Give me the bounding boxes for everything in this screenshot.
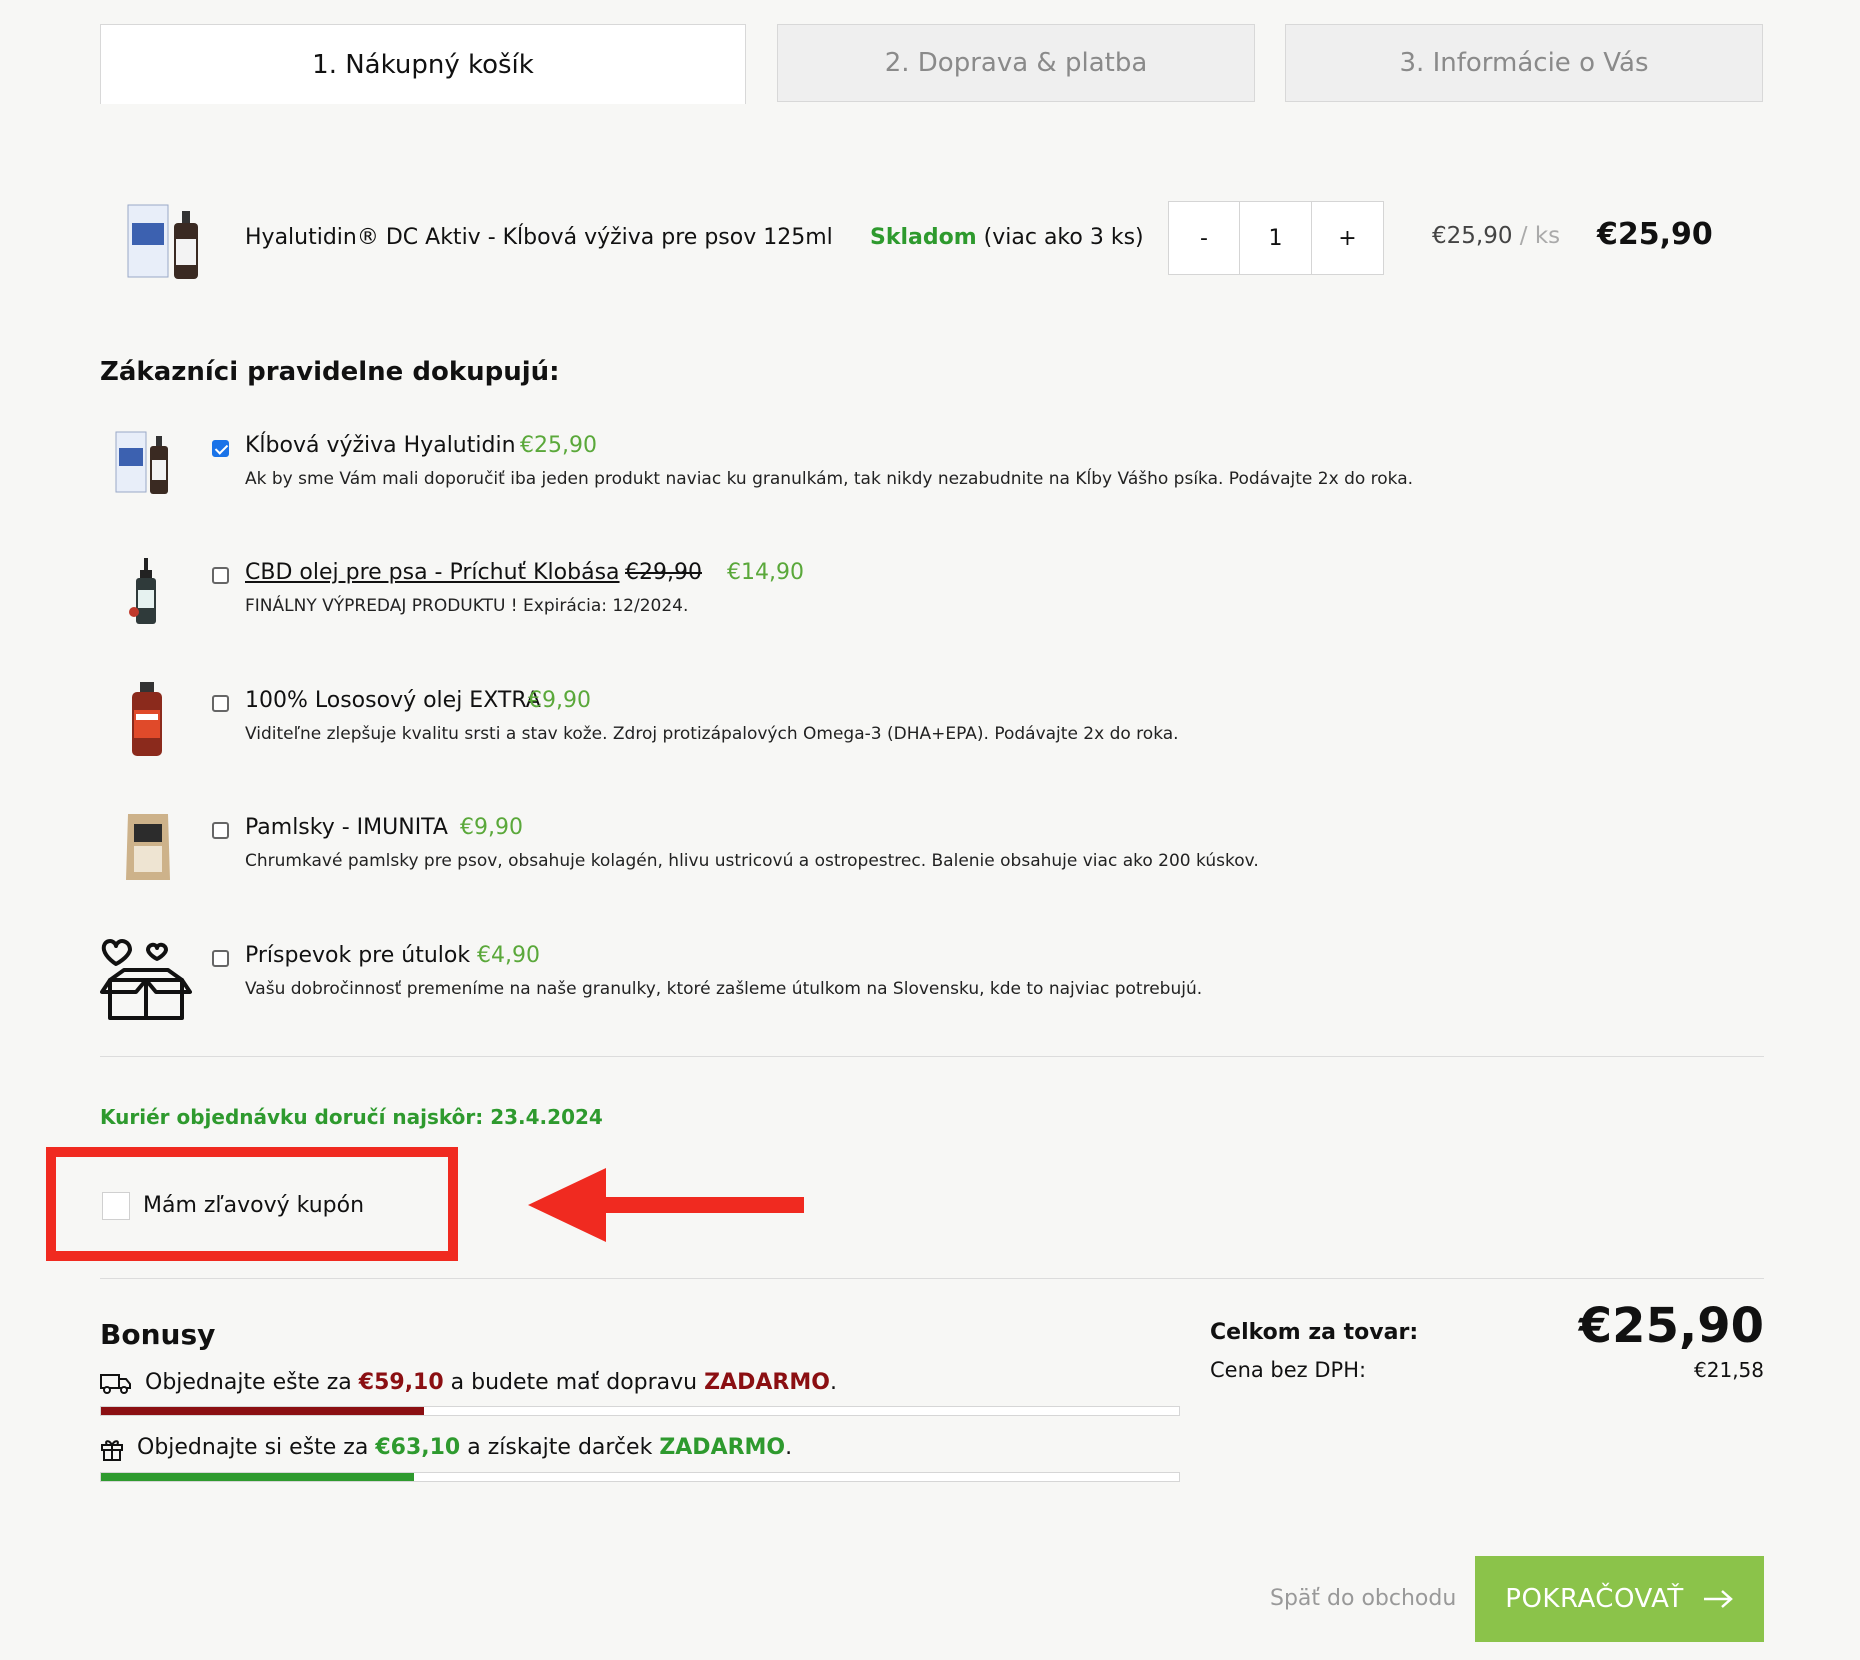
shipping-bonus-amount: €59,10 xyxy=(358,1370,444,1395)
gift-bonus-amount: €63,10 xyxy=(375,1435,461,1460)
gift-bonus-text: Objednajte si ešte za €63,10 a získajte … xyxy=(137,1435,792,1460)
upsell-name-salmon-oil: 100% Lososový olej EXTRA xyxy=(245,688,541,713)
tab-shipping-payment[interactable]: 2. Doprava & platba xyxy=(777,24,1255,102)
upsell-image-salmon-oil xyxy=(124,680,170,758)
delivery-note: Kuriér objednávku doručí najskôr: 23.4.2… xyxy=(100,1105,603,1129)
unit-price-sep: / xyxy=(1519,223,1528,249)
shipping-bonus-text: Objednajte ešte za €59,10 a budete mať d… xyxy=(145,1370,837,1395)
bonuses-heading: Bonusy xyxy=(100,1318,216,1351)
gift-bonus-mid: a získajte darček xyxy=(467,1435,653,1460)
summary-total-value: €25,90 xyxy=(1578,1298,1764,1354)
unit-price: €25,90 / ks xyxy=(1432,223,1560,249)
summary-net-value: €21,58 xyxy=(1694,1358,1764,1382)
stock-status: Skladom xyxy=(870,225,977,250)
gift-bonus-pre: Objednajte si ešte za xyxy=(137,1435,369,1460)
qty-increase-button[interactable]: + xyxy=(1312,201,1384,275)
shipping-bonus-mid: a budete mať dopravu xyxy=(450,1370,698,1395)
upsell-image-hyalutidin xyxy=(112,424,180,498)
shipping-progress-bar xyxy=(100,1406,1180,1416)
upsell-price-hyalutidin: €25,90 xyxy=(520,433,597,458)
qty-minus-label: - xyxy=(1200,225,1208,251)
cart-item-total: €25,90 xyxy=(1597,217,1713,252)
upsell-checkbox-cbd-oil[interactable] xyxy=(212,567,229,584)
gift-bonus-highlight: ZADARMO xyxy=(659,1435,786,1460)
upsell-price-salmon-oil: €9,90 xyxy=(528,688,591,713)
upsell-checkbox-salmon-oil[interactable] xyxy=(212,695,229,712)
tab-customer-info-label: 3. Informácie o Vás xyxy=(1399,48,1649,78)
upsell-heading: Zákazníci pravidelne dokupujú: xyxy=(100,357,560,387)
divider xyxy=(100,1056,1764,1057)
gift-progress-bar xyxy=(100,1472,1180,1482)
summary-net-label: Cena bez DPH: xyxy=(1210,1358,1367,1382)
annotation-arrow-icon xyxy=(528,1168,808,1242)
tab-cart[interactable]: 1. Nákupný košík xyxy=(100,24,746,104)
upsell-price-treats: €9,90 xyxy=(460,815,523,840)
upsell-name-hyalutidin: Kĺbová výživa Hyalutidin xyxy=(245,433,516,458)
upsell-checkbox-treats[interactable] xyxy=(212,822,229,839)
upsell-checkbox-hyalutidin[interactable] xyxy=(212,440,229,457)
shipping-progress-fill xyxy=(101,1407,425,1415)
gift-icon xyxy=(100,1437,124,1461)
stock-detail: (viac ako 3 ks) xyxy=(983,225,1144,250)
tab-cart-label: 1. Nákupný košík xyxy=(312,49,534,80)
unit-price-value: €25,90 xyxy=(1432,223,1513,249)
gift-bonus-post: . xyxy=(785,1435,793,1460)
upsell-image-treats xyxy=(122,810,174,882)
upsell-price-donation: €4,90 xyxy=(477,943,540,968)
coupon-label[interactable]: Mám zľavový kupón xyxy=(143,1193,364,1218)
upsell-desc-treats: Chrumkavé pamlsky pre psov, obsahuje kol… xyxy=(245,851,1259,871)
shipping-bonus-highlight: ZADARMO xyxy=(704,1370,830,1395)
qty-input[interactable]: 1 xyxy=(1240,201,1312,275)
upsell-old-price-cbd-oil: €29,90 xyxy=(625,560,702,585)
divider-bottom xyxy=(100,1278,1764,1279)
gift-progress-fill xyxy=(101,1473,414,1481)
upsell-desc-cbd-oil: FINÁLNY VÝPREDAJ PRODUKTU ! Expirácia: 1… xyxy=(245,596,689,616)
cart-item-image[interactable] xyxy=(122,193,218,285)
upsell-desc-salmon-oil: Viditeľne zlepšuje kvalitu srsti a stav … xyxy=(245,724,1179,744)
upsell-desc-donation: Vašu dobročinnosť premeníme na naše gran… xyxy=(245,979,1203,999)
continue-button-label: POKRAČOVAŤ xyxy=(1505,1584,1684,1614)
upsell-desc-hyalutidin: Ak by sme Vám mali doporučiť iba jeden p… xyxy=(245,469,1414,489)
upsell-name-treats: Pamlsky - IMUNITA xyxy=(245,815,448,840)
truck-icon xyxy=(100,1372,132,1394)
stock-info: Skladom (viac ako 3 ks) xyxy=(870,225,1144,250)
arrow-right-icon xyxy=(1703,1590,1733,1608)
shipping-bonus-post: . xyxy=(829,1370,837,1395)
upsell-image-cbd-oil xyxy=(126,556,166,628)
donation-box-icon xyxy=(100,928,192,1022)
continue-button[interactable]: POKRAČOVAŤ xyxy=(1475,1556,1764,1642)
tab-customer-info[interactable]: 3. Informácie o Vás xyxy=(1285,24,1763,102)
qty-plus-label: + xyxy=(1338,225,1357,251)
qty-value: 1 xyxy=(1268,225,1283,251)
summary-total-label: Celkom za tovar: xyxy=(1210,1320,1419,1345)
tab-shipping-payment-label: 2. Doprava & platba xyxy=(884,48,1148,78)
shipping-bonus-pre: Objednajte ešte za xyxy=(145,1370,352,1395)
upsell-name-donation: Príspevok pre útulok xyxy=(245,943,471,968)
unit-price-unit: ks xyxy=(1534,223,1561,249)
back-to-shop-link[interactable]: Späť do obchodu xyxy=(1270,1586,1456,1611)
upsell-price-cbd-oil: €14,90 xyxy=(727,560,804,585)
cart-item-name[interactable]: Hyalutidin® DC Aktiv - Kĺbová výživa pre… xyxy=(245,225,833,250)
coupon-checkbox[interactable] xyxy=(102,1192,130,1220)
upsell-link-cbd-oil[interactable]: CBD olej pre psa - Príchuť Klobása xyxy=(245,560,620,585)
upsell-checkbox-donation[interactable] xyxy=(212,950,229,967)
qty-decrease-button[interactable]: - xyxy=(1168,201,1240,275)
